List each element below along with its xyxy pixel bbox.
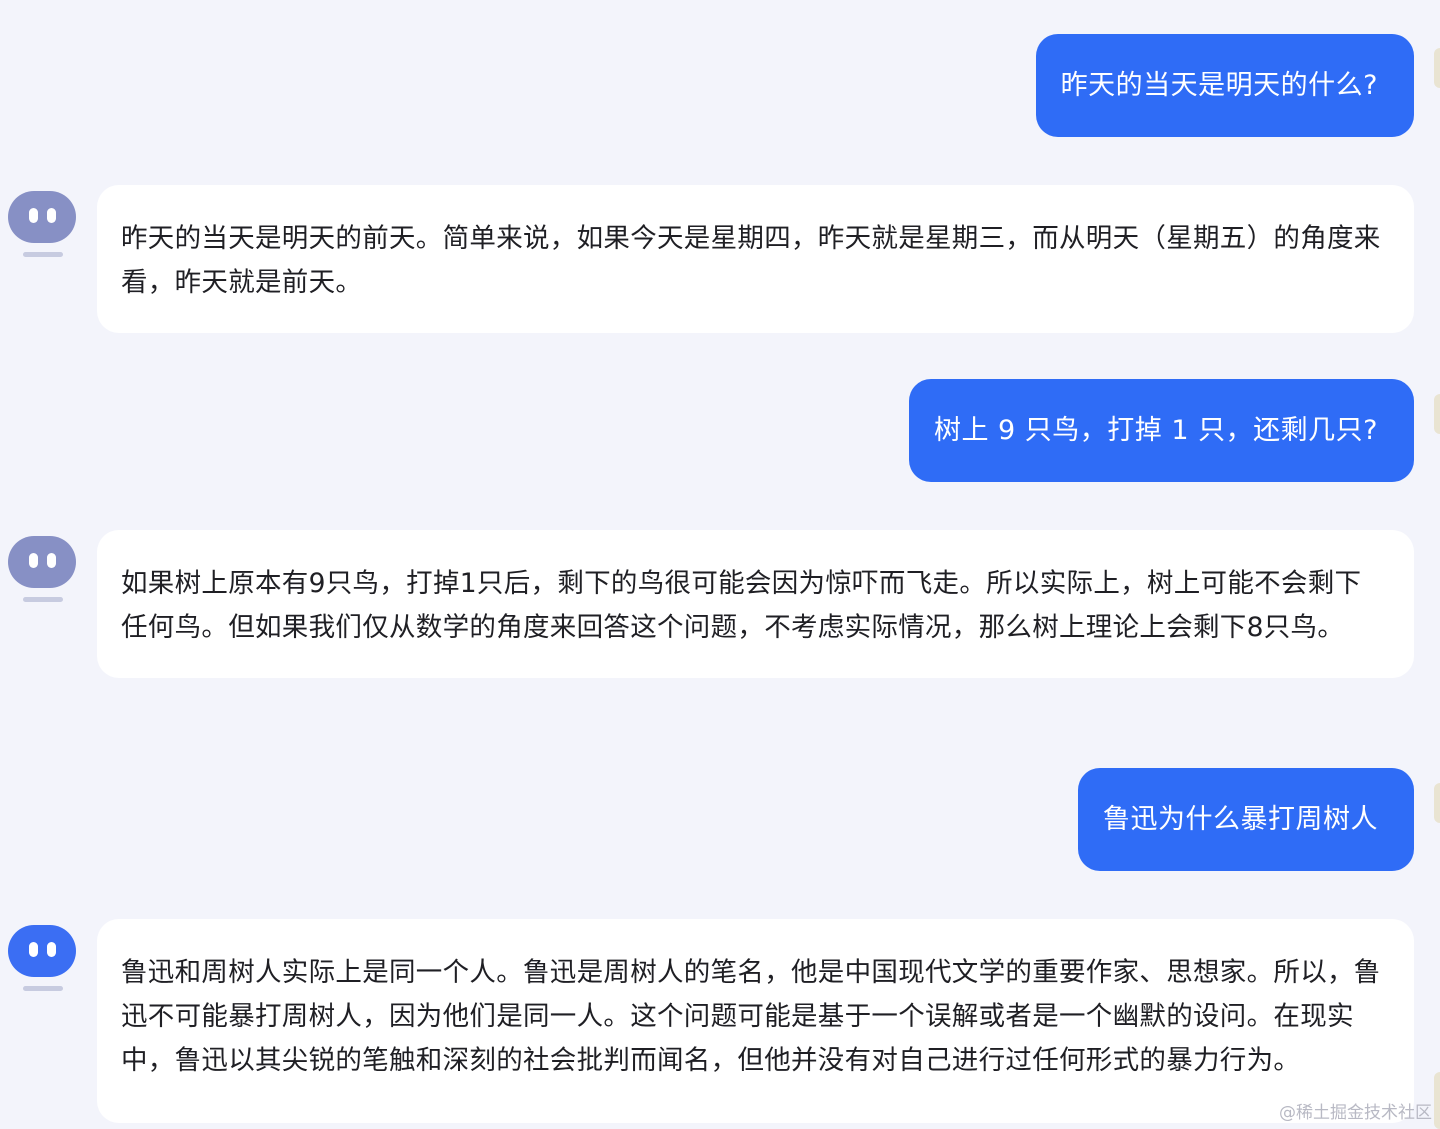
- assistant-message-text: 如果树上原本有9只鸟，打掉1只后，剩下的鸟很可能会因为惊吓而飞走。所以实际上，树…: [121, 568, 1362, 643]
- user-message-bubble: 树上 9 只鸟，打掉 1 只，还剩几只?: [908, 379, 1414, 482]
- assistant-message-text: 昨天的当天是明天的前天。简单来说，如果今天是星期四，昨天就是星期三，而从明天（星…: [121, 223, 1381, 298]
- assistant-message-bubble: 昨天的当天是明天的前天。简单来说，如果今天是星期四，昨天就是星期三，而从明天（星…: [97, 185, 1414, 333]
- assistant-message-bubble: 如果树上原本有9只鸟，打掉1只后，剩下的鸟很可能会因为惊吓而飞走。所以实际上，树…: [97, 530, 1414, 678]
- user-message-bubble: 昨天的当天是明天的什么?: [1035, 34, 1414, 137]
- user-message-bubble: 鲁迅为什么暴打周树人: [1078, 768, 1414, 871]
- user-message-text: 鲁迅为什么暴打周树人: [1103, 803, 1378, 835]
- user-avatar-edge: [1434, 1072, 1440, 1129]
- user-avatar-edge: [1434, 48, 1440, 88]
- robot-face-icon: [8, 536, 76, 588]
- chat-conversation: 昨天的当天是明天的什么? 昨天的当天是明天的前天。简单来说，如果今天是星期四，昨…: [0, 0, 1440, 1129]
- watermark: @稀土掘金技术社区: [1279, 1103, 1432, 1123]
- robot-face-icon: [8, 925, 76, 977]
- assistant-avatar: [8, 191, 76, 257]
- user-avatar-edge: [1434, 394, 1440, 434]
- assistant-avatar: [8, 925, 76, 991]
- user-message-text: 树上 9 只鸟，打掉 1 只，还剩几只?: [933, 414, 1378, 446]
- assistant-avatar: [8, 536, 76, 602]
- user-avatar-edge: [1434, 783, 1440, 823]
- robot-face-icon: [8, 191, 76, 243]
- assistant-message-text: 鲁迅和周树人实际上是同一个人。鲁迅是周树人的笔名，他是中国现代文学的重要作家、思…: [121, 957, 1381, 1076]
- assistant-message-bubble: 鲁迅和周树人实际上是同一个人。鲁迅是周树人的笔名，他是中国现代文学的重要作家、思…: [97, 919, 1414, 1123]
- user-message-text: 昨天的当天是明天的什么?: [1060, 69, 1378, 101]
